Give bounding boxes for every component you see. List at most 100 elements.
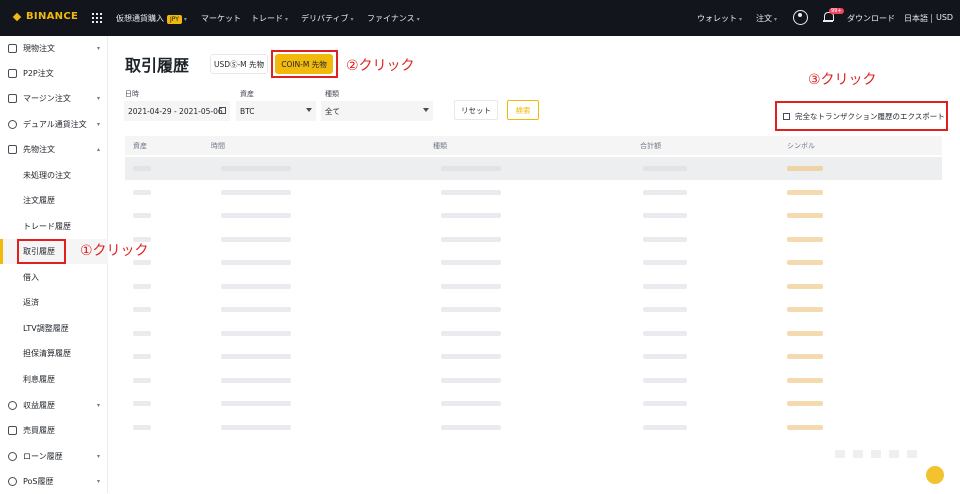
- type-filter-label: 種類: [325, 90, 339, 98]
- futures-icon: [8, 145, 17, 154]
- blurred-cell: [787, 354, 823, 359]
- blurred-cell: [221, 166, 291, 171]
- table-row: [125, 298, 942, 321]
- blurred-cell: [643, 377, 687, 383]
- sidebar-item-p2p-orders[interactable]: P2P注文: [0, 61, 108, 86]
- sidebar: 現物注文 ▾ P2P注文 マージン注文 ▾ デュアル通貨注文 ▾ 先物注文 ▴ 未処理の…: [0, 36, 108, 493]
- blurred-cell: [787, 330, 823, 336]
- nav-markets[interactable]: マーケット: [201, 13, 241, 24]
- sidebar-item-dual-currency[interactable]: デュアル通貨注文 ▾: [0, 112, 108, 137]
- sidebar-item-pos-history[interactable]: PoS履歴 ▾: [0, 469, 108, 494]
- blurred-cell: [133, 213, 151, 218]
- blurred-cell: [133, 377, 151, 383]
- asset-filter-label: 資産: [240, 90, 254, 98]
- blurred-cell: [221, 236, 291, 242]
- blurred-cell: [133, 330, 151, 336]
- nav-derivatives[interactable]: デリバティブ ▾: [301, 13, 354, 24]
- help-chat-icon[interactable]: [926, 466, 944, 484]
- blurred-cell: [133, 401, 151, 406]
- chevron-down-icon: ▾: [97, 453, 101, 460]
- sidebar-item-ltv-history[interactable]: LTV調整履歴: [0, 316, 108, 341]
- blurred-cell: [221, 424, 291, 430]
- table-row: [125, 228, 942, 251]
- search-button[interactable]: 検索: [507, 100, 539, 120]
- chevron-down-icon: ▾: [97, 121, 101, 128]
- nav-wallet[interactable]: ウォレット ▾: [697, 13, 742, 24]
- column-time: 時間: [211, 142, 225, 150]
- blurred-cell: [441, 307, 501, 312]
- date-range-input[interactable]: 2021-04-29 - 2021-05-06: [124, 101, 230, 121]
- asset-select[interactable]: BTC: [236, 101, 316, 121]
- nav-currency[interactable]: USD: [936, 13, 953, 22]
- calendar-icon: [219, 107, 226, 114]
- tab-usds-m-futures[interactable]: USDⓈ-M 先物: [210, 54, 268, 74]
- chevron-down-icon: ▾: [97, 45, 101, 52]
- sidebar-item-buy-sell-history[interactable]: 売買履歴: [0, 418, 108, 443]
- blurred-cell: [221, 401, 291, 406]
- dropdown-arrow-icon: [423, 108, 429, 112]
- chevron-up-icon: ▴: [97, 146, 101, 153]
- blurred-cell: [787, 236, 823, 242]
- sidebar-item-liquidation-history[interactable]: 担保清算履歴: [0, 341, 108, 366]
- app-grid-icon[interactable]: [92, 13, 102, 23]
- sidebar-item-borrow[interactable]: 借入: [0, 265, 108, 290]
- type-select[interactable]: 全て: [321, 101, 433, 121]
- user-icon[interactable]: [793, 10, 808, 25]
- sidebar-item-futures-orders[interactable]: 先物注文 ▴: [0, 137, 108, 162]
- nav-finance[interactable]: ファイナンス ▾: [367, 13, 420, 24]
- p2p-icon: [8, 69, 17, 78]
- nav-orders[interactable]: 注文 ▾: [756, 13, 777, 24]
- sidebar-item-earn-history[interactable]: 収益履歴 ▾: [0, 393, 108, 418]
- blurred-cell: [441, 260, 501, 265]
- sidebar-item-interest-history[interactable]: 利息履歴: [0, 367, 108, 392]
- blurred-cell: [133, 166, 151, 171]
- navbar-divider: [931, 14, 932, 23]
- binance-logo[interactable]: BINANCE: [12, 11, 78, 22]
- sidebar-item-trade-history[interactable]: トレード履歴: [0, 214, 108, 239]
- spot-orders-icon: [8, 44, 17, 53]
- column-type: 種類: [433, 142, 447, 150]
- blurred-cell: [221, 377, 291, 383]
- blurred-cell: [787, 424, 823, 430]
- jpy-badge: JPY: [167, 15, 182, 24]
- blurred-cell: [441, 283, 501, 289]
- nav-buy-crypto[interactable]: 仮想通貨購入 JPY ▾: [116, 13, 187, 24]
- earn-icon: [8, 401, 17, 410]
- sidebar-item-open-orders[interactable]: 未処理の注文: [0, 163, 108, 188]
- buy-sell-icon: [8, 426, 17, 435]
- annotation-label-2: ②クリック: [346, 58, 415, 74]
- nav-language[interactable]: 日本語: [904, 13, 928, 24]
- dual-currency-icon: [8, 120, 17, 129]
- pagination[interactable]: [835, 450, 917, 458]
- blurred-cell: [787, 213, 823, 218]
- blurred-cell: [643, 213, 687, 218]
- sidebar-item-repay[interactable]: 返済: [0, 290, 108, 315]
- blurred-cell: [787, 189, 823, 195]
- nav-download[interactable]: ダウンロード: [847, 13, 895, 24]
- sidebar-item-spot-orders[interactable]: 現物注文 ▾: [0, 36, 108, 61]
- blurred-cell: [221, 354, 291, 359]
- table-row: [125, 322, 942, 345]
- blurred-cell: [133, 260, 151, 265]
- page-title: 取引履歴: [125, 56, 190, 75]
- column-total: 合計額: [640, 142, 661, 150]
- chevron-down-icon: ▾: [97, 402, 101, 409]
- date-filter-label: 日時: [125, 90, 139, 98]
- blurred-cell: [221, 307, 291, 312]
- table-row: [125, 157, 942, 180]
- pos-icon: [8, 477, 17, 486]
- table-header: 資産 時間 種類 合計額 シンボル: [125, 136, 942, 155]
- margin-icon: [8, 94, 17, 103]
- table-row: [125, 345, 942, 368]
- blurred-cell: [787, 260, 823, 265]
- blurred-cell: [221, 283, 291, 289]
- nav-trade[interactable]: トレード ▾: [251, 13, 288, 24]
- blurred-cell: [133, 354, 151, 359]
- export-full-history-button[interactable]: 完全なトランザクション履歴のエクスポート: [775, 101, 948, 131]
- blurred-cell: [221, 213, 291, 218]
- sidebar-item-order-history[interactable]: 注文履歴: [0, 188, 108, 213]
- sidebar-item-margin-orders[interactable]: マージン注文 ▾: [0, 86, 108, 111]
- sidebar-item-loan-history[interactable]: ローン履歴 ▾: [0, 444, 108, 469]
- blurred-cell: [643, 307, 687, 312]
- reset-button[interactable]: リセット: [454, 100, 498, 120]
